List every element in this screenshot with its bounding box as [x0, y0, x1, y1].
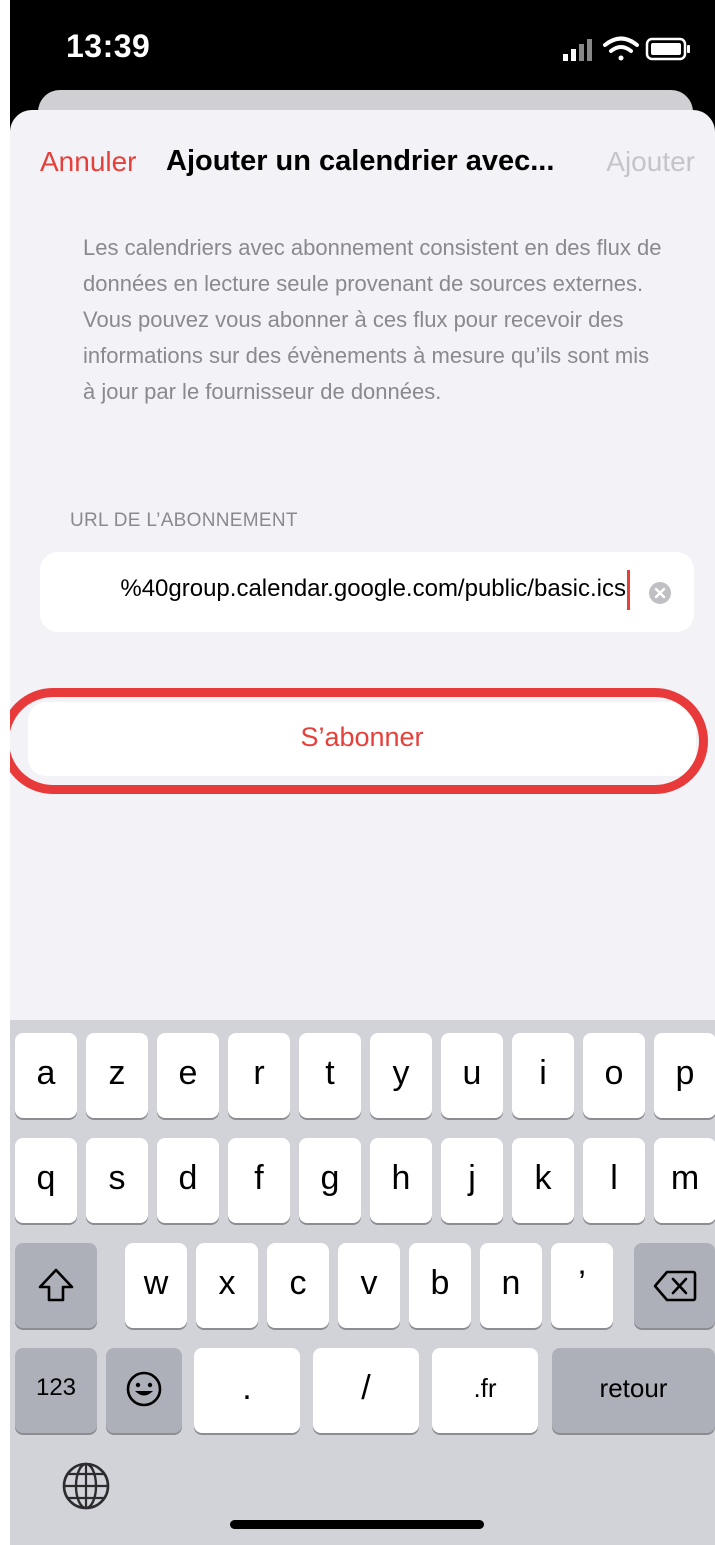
wifi-icon [603, 36, 639, 61]
key-x[interactable]: x [196, 1243, 258, 1328]
key-a[interactable]: a [15, 1033, 77, 1118]
text-cursor [627, 570, 630, 610]
period-key[interactable]: . [194, 1348, 300, 1433]
backspace-icon [653, 1270, 696, 1302]
key-k[interactable]: k [512, 1138, 574, 1223]
shift-key[interactable] [15, 1243, 97, 1328]
key-p[interactable]: p [654, 1033, 715, 1118]
key-n[interactable]: n [480, 1243, 542, 1328]
numbers-key[interactable]: 123 [15, 1348, 97, 1433]
url-input-value: %40group.calendar.google.com/public/basi… [120, 575, 626, 602]
key-h[interactable]: h [370, 1138, 432, 1223]
key-j[interactable]: j [441, 1138, 503, 1223]
add-button[interactable]: Ajouter [606, 146, 695, 178]
key-w[interactable]: w [125, 1243, 187, 1328]
key-l[interactable]: l [583, 1138, 645, 1223]
status-icons [563, 36, 690, 61]
description-text: Les calendriers avec abonnement consiste… [83, 235, 662, 404]
key-r[interactable]: r [228, 1033, 290, 1118]
subscription-url-input[interactable]: %40group.calendar.google.com/public/basi… [40, 552, 694, 632]
key-y[interactable]: y [370, 1033, 432, 1118]
red-highlight-circle [10, 688, 708, 794]
emoji-key[interactable] [106, 1348, 182, 1433]
clear-text-icon[interactable] [648, 581, 672, 605]
globe-icon[interactable] [60, 1460, 112, 1512]
home-indicator[interactable] [230, 1520, 484, 1529]
shift-icon [38, 1268, 74, 1302]
key-apostrophe[interactable]: ’ [551, 1243, 613, 1328]
key-q[interactable]: q [15, 1138, 77, 1223]
cancel-button[interactable]: Annuler [40, 146, 137, 178]
key-m[interactable]: m [654, 1138, 715, 1223]
key-e[interactable]: e [157, 1033, 219, 1118]
slash-key[interactable]: / [313, 1348, 419, 1433]
key-s[interactable]: s [86, 1138, 148, 1223]
navigation-bar: Annuler Ajouter un calendrier avec... Aj… [10, 110, 715, 210]
key-i[interactable]: i [512, 1033, 574, 1118]
key-o[interactable]: o [583, 1033, 645, 1118]
add-subscription-sheet: Annuler Ajouter un calendrier avec... Aj… [10, 110, 715, 1545]
return-key[interactable]: retour [552, 1348, 715, 1433]
url-section-header: URL DE L’ABONNEMENT [70, 510, 298, 531]
signal-icon [563, 39, 592, 61]
status-bar: 13:39 [10, 0, 715, 95]
key-f[interactable]: f [228, 1138, 290, 1223]
status-time: 13:39 [66, 28, 151, 64]
tld-key[interactable]: .fr [432, 1348, 538, 1433]
key-z[interactable]: z [86, 1033, 148, 1118]
key-g[interactable]: g [299, 1138, 361, 1223]
phone-screen: 13:39 Annuler Ajouter u n c a l endrier avec… [10, 0, 715, 1545]
backspace-key[interactable] [634, 1243, 715, 1328]
key-v[interactable]: v [338, 1243, 400, 1328]
key-u[interactable]: u [441, 1033, 503, 1118]
key-b[interactable]: b [409, 1243, 471, 1328]
key-t[interactable]: t [299, 1033, 361, 1118]
key-c[interactable]: c [267, 1243, 329, 1328]
keyboard: a z e r t y u i o p q s d f g h j k l m [10, 1020, 715, 1545]
page-title: Ajouter un calendrier avec... [166, 145, 555, 177]
key-d[interactable]: d [157, 1138, 219, 1223]
battery-icon [645, 37, 690, 61]
emoji-icon [126, 1371, 162, 1407]
